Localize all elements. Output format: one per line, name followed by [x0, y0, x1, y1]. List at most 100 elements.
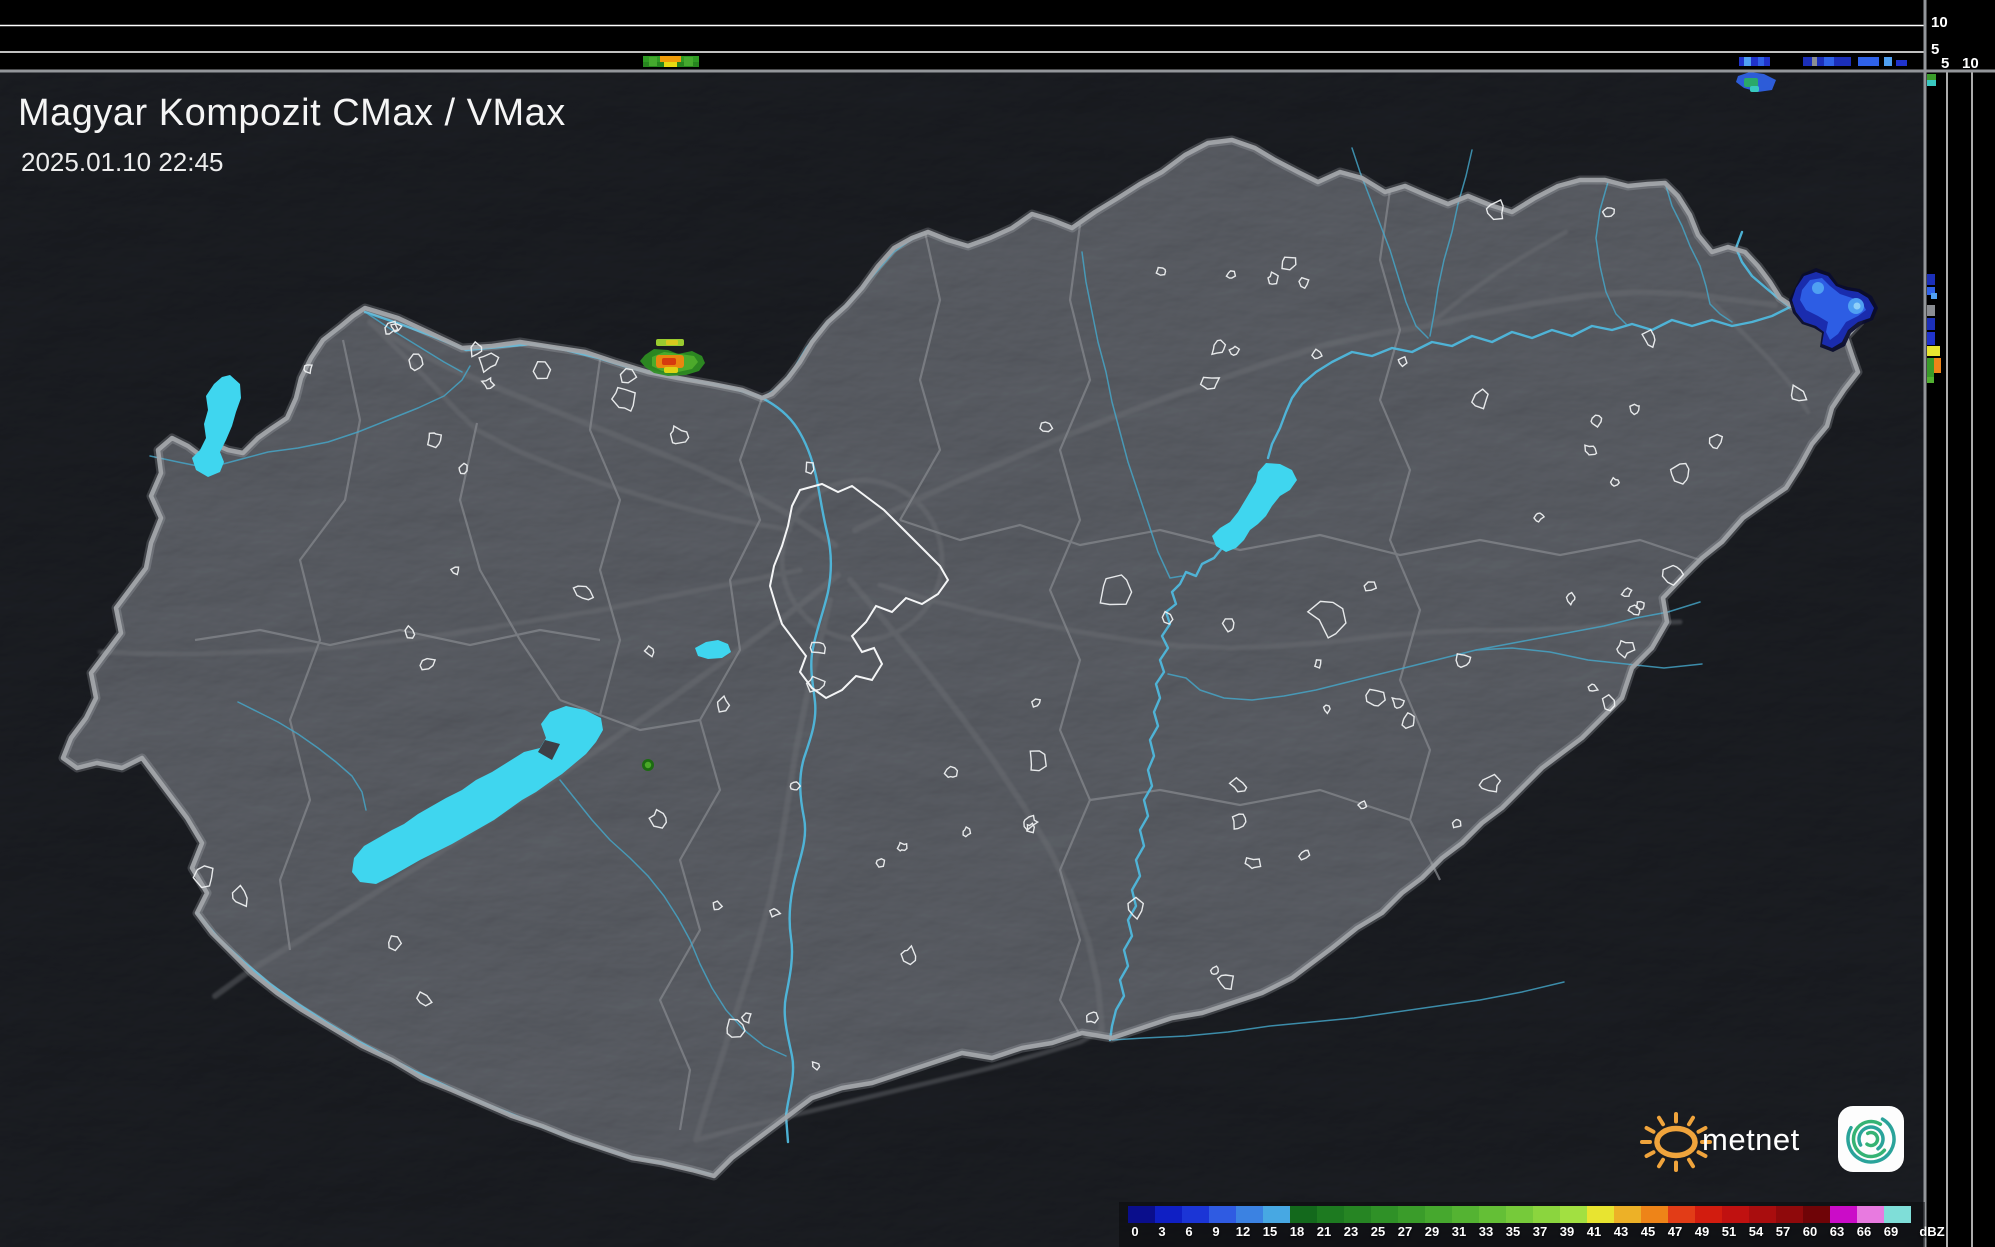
dbz-tick-label: 27 — [1397, 1224, 1413, 1239]
panel-echo-mark — [1927, 80, 1936, 86]
dbz-scale-bar — [1128, 1206, 1911, 1223]
dbz-cell — [1776, 1206, 1803, 1223]
strip-echo-mark — [1884, 57, 1892, 66]
dbz-cell — [1695, 1206, 1722, 1223]
dbz-cell — [1155, 1206, 1182, 1223]
dbz-cell — [1263, 1206, 1290, 1223]
metnet-app-icon — [1838, 1106, 1904, 1172]
strip-scale-label-5: 5 — [1931, 41, 1940, 58]
dbz-cell — [1533, 1206, 1560, 1223]
dbz-tick-label: 45 — [1640, 1224, 1656, 1239]
dbz-cell — [1506, 1206, 1533, 1223]
dbz-tick-label: 49 — [1694, 1224, 1710, 1239]
dbz-cell — [1182, 1206, 1209, 1223]
sun-ray — [1644, 1150, 1656, 1158]
strip-echo-mark — [660, 56, 681, 62]
dbz-tick-label: 69 — [1883, 1224, 1899, 1239]
right-profile-panel — [1925, 0, 1995, 1247]
panel-echo-mark — [1927, 332, 1935, 345]
sun-ray — [1657, 1115, 1665, 1127]
dbz-unit-label: dBZ — [1919, 1224, 1945, 1239]
dbz-tick-label: 25 — [1370, 1224, 1386, 1239]
metnet-logo: metnet — [1636, 1100, 1916, 1180]
sun-icon — [1640, 1112, 1712, 1172]
strip-echo-mark — [1744, 57, 1751, 66]
dbz-tick-label: 0 — [1131, 1224, 1139, 1239]
dbz-cell — [1830, 1206, 1857, 1223]
dbz-tick-label: 66 — [1856, 1224, 1872, 1239]
dbz-cell — [1884, 1206, 1911, 1223]
strip-echo-mark — [649, 57, 657, 66]
dbz-cell — [1560, 1206, 1587, 1223]
dbz-cell — [1452, 1206, 1479, 1223]
dbz-cell — [1209, 1206, 1236, 1223]
dbz-tick-label: 43 — [1613, 1224, 1629, 1239]
dbz-tick-label: 6 — [1185, 1224, 1193, 1239]
panel-echo-mark — [1931, 293, 1937, 299]
hungary-radar-map — [0, 0, 1995, 1247]
dbz-tick-label: 33 — [1478, 1224, 1494, 1239]
panel-echo-mark — [1927, 274, 1935, 285]
radar-echo — [1812, 282, 1824, 294]
dbz-cell — [1614, 1206, 1641, 1223]
panel-scale-label-5: 5 — [1941, 55, 1950, 72]
sun-ray — [1687, 1157, 1695, 1169]
timestamp: 2025.01.10 22:45 — [21, 147, 224, 177]
dbz-cell — [1668, 1206, 1695, 1223]
strip-echo-mark — [1739, 57, 1770, 66]
dbz-cell — [1857, 1206, 1884, 1223]
radar-echo — [666, 340, 678, 345]
panel-scale-label-10: 10 — [1962, 55, 1979, 72]
dbz-cell — [1290, 1206, 1317, 1223]
dbz-tick-label: 63 — [1829, 1224, 1845, 1239]
dbz-tick-label: 54 — [1748, 1224, 1764, 1239]
top-timeline-strips — [0, 0, 1925, 71]
dbz-tick-label: 51 — [1721, 1224, 1737, 1239]
strip-echo-mark — [1858, 57, 1879, 66]
dbz-scale: 0 3 6 9 12 15 18 21 23 25 27 29 31 33 35 37 39 41 43 45 47 49… — [1119, 1202, 1945, 1247]
radar-echo — [1750, 86, 1759, 92]
dbz-tick-label: 15 — [1262, 1224, 1278, 1239]
metnet-logo-text: metnet — [1702, 1122, 1800, 1157]
radar-echo — [644, 761, 652, 769]
panel-echo-mark — [1927, 346, 1940, 356]
radar-echo — [662, 358, 676, 365]
radar-echo — [664, 367, 678, 373]
dbz-cell — [1371, 1206, 1398, 1223]
strip-echo-mark — [664, 62, 677, 67]
dbz-tick-label: 35 — [1505, 1224, 1521, 1239]
panel-echo-mark — [1927, 318, 1935, 330]
dbz-cell — [1425, 1206, 1452, 1223]
dbz-tick-label: 3 — [1158, 1224, 1166, 1239]
dbz-tick-label: 21 — [1316, 1224, 1332, 1239]
strip-echo-mark — [1824, 57, 1834, 66]
page-title: Magyar Kompozit CMax / VMax — [18, 92, 566, 134]
panel-echo-mark — [1927, 74, 1936, 80]
dbz-tick-label: 37 — [1532, 1224, 1548, 1239]
dbz-cell — [1722, 1206, 1749, 1223]
dbz-tick-label: 39 — [1559, 1224, 1575, 1239]
dbz-cell — [1479, 1206, 1506, 1223]
dbz-tick-label: 29 — [1424, 1224, 1440, 1239]
dbz-tick-label: 9 — [1212, 1224, 1220, 1239]
dbz-cell — [1344, 1206, 1371, 1223]
radar-echo — [1744, 78, 1758, 87]
sun-ray — [1687, 1115, 1695, 1127]
sun-ray — [1657, 1157, 1665, 1169]
strip-echo-mark — [1812, 57, 1817, 66]
sun-ray — [1644, 1126, 1656, 1134]
dbz-tick-label: 18 — [1289, 1224, 1305, 1239]
strip-echo-mark — [684, 57, 693, 66]
dbz-cell — [1749, 1206, 1776, 1223]
panel-echo-mark — [1927, 305, 1935, 316]
dbz-tick-label: 31 — [1451, 1224, 1467, 1239]
panel-echo-mark — [1927, 377, 1934, 383]
dbz-cell — [1236, 1206, 1263, 1223]
dbz-tick-label: 57 — [1775, 1224, 1791, 1239]
dbz-cell — [1398, 1206, 1425, 1223]
dbz-cell — [1803, 1206, 1830, 1223]
dbz-tick-label: 47 — [1667, 1224, 1683, 1239]
radar-screenshot: Magyar Kompozit CMax / VMax 2025.01.10 2… — [0, 0, 1995, 1247]
dbz-cell — [1587, 1206, 1614, 1223]
dbz-cell — [1641, 1206, 1668, 1223]
